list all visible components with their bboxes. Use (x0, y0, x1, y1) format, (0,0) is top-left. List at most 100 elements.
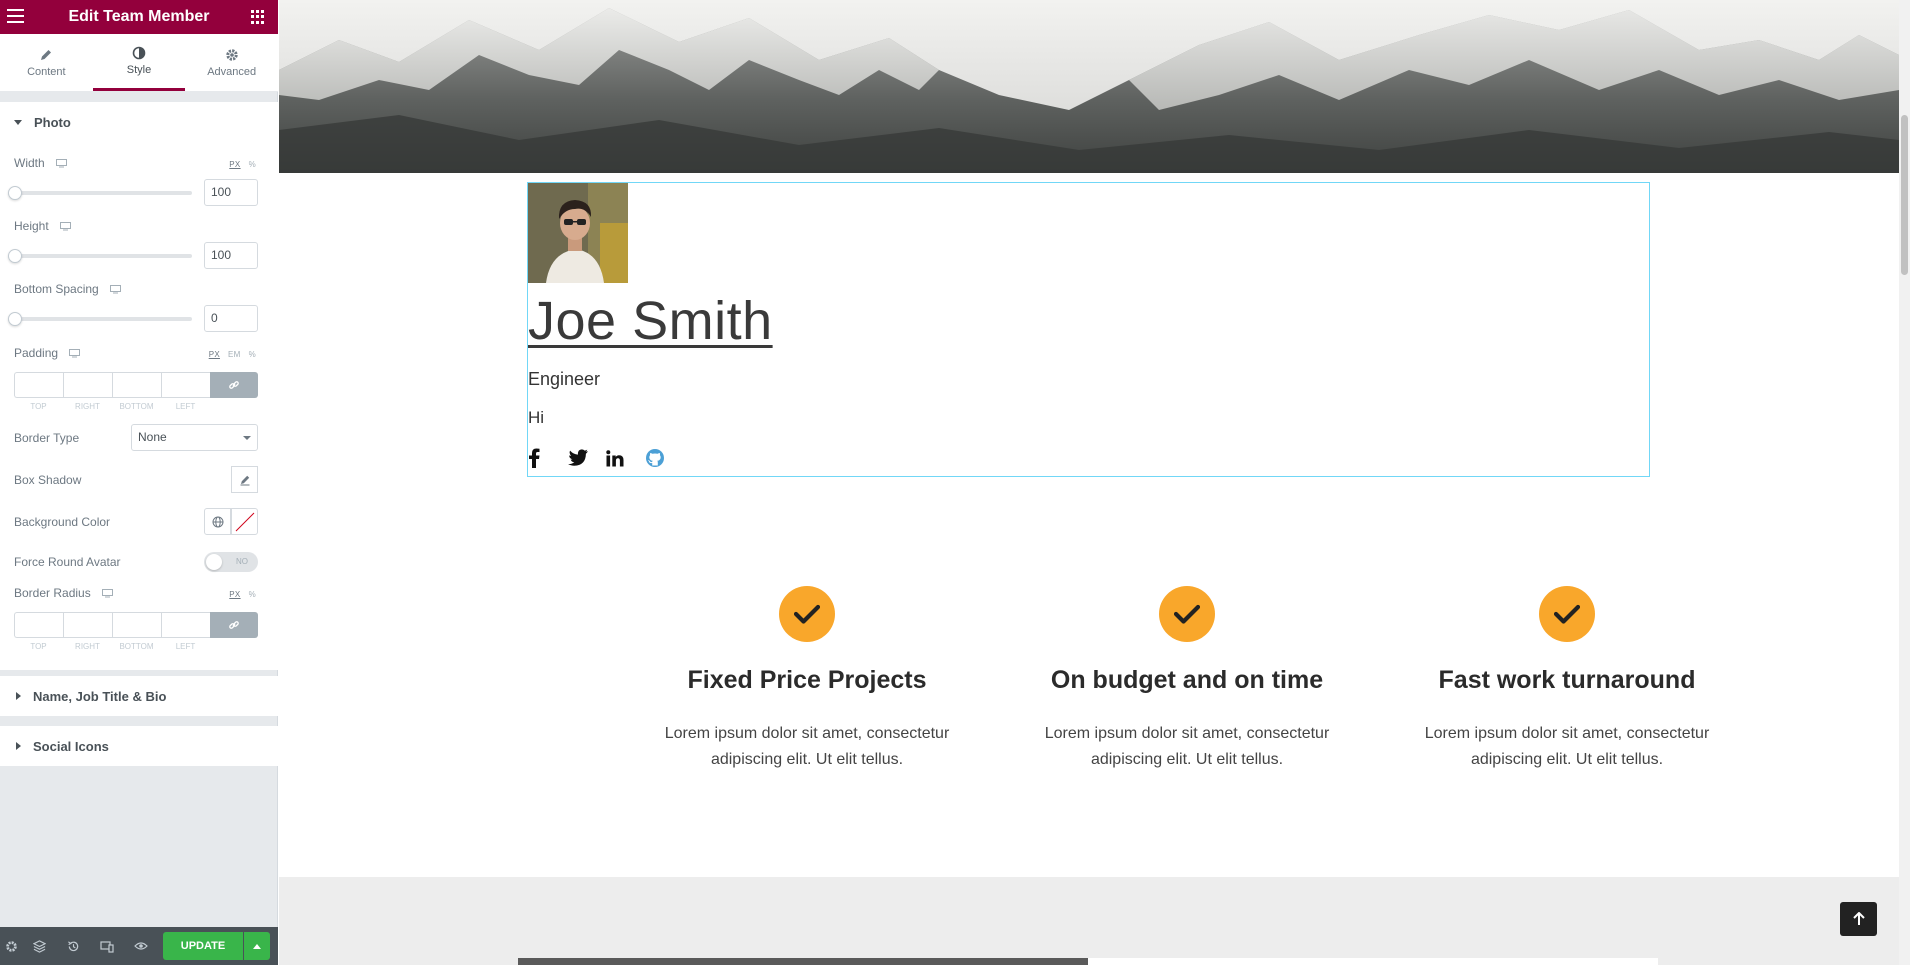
width-slider-handle[interactable] (8, 186, 22, 200)
layers-icon (32, 939, 46, 953)
panel-footer: UPDATE (0, 927, 278, 965)
linkedin-link[interactable] (606, 447, 645, 469)
box-shadow-edit-button[interactable] (231, 466, 258, 493)
section-social-icons-header[interactable]: Social Icons (0, 726, 278, 766)
update-options-button[interactable] (244, 932, 270, 960)
update-button[interactable]: UPDATE (163, 932, 243, 960)
unit-percent[interactable]: % (249, 160, 256, 169)
next-section-image (518, 958, 1088, 965)
tab-style[interactable]: Style (92, 34, 186, 91)
padding-left-input[interactable] (161, 372, 210, 398)
caret-right-icon (16, 692, 21, 700)
navigator-button[interactable] (22, 927, 56, 965)
bottom-spacing-slider-handle[interactable] (8, 312, 22, 326)
contrast-icon (132, 46, 146, 60)
force-round-avatar-toggle[interactable]: NO (204, 552, 258, 572)
preview-button[interactable] (124, 927, 158, 965)
section-photo-header[interactable]: Photo (0, 102, 278, 142)
responsive-mode-button[interactable] (90, 927, 124, 965)
bottom-spacing-slider[interactable] (8, 312, 192, 326)
photo-controls: Width PX% 100 Height 100 Bottom Spacing … (0, 142, 278, 670)
panel-tabs: Content Style Advanced (0, 34, 278, 92)
pencil-icon (41, 49, 52, 60)
member-bio: Hi (528, 408, 545, 427)
radius-right-input[interactable] (63, 612, 112, 638)
section-social-icons-title: Social Icons (33, 738, 109, 754)
width-input[interactable]: 100 (204, 179, 258, 206)
desktop-icon[interactable] (69, 349, 81, 358)
color-picker-swatch[interactable] (231, 508, 258, 535)
tab-content[interactable]: Content (0, 34, 93, 91)
padding-units: PX EM% (201, 350, 256, 359)
facebook-link[interactable] (528, 447, 567, 469)
scrollbar-thumb[interactable] (1901, 115, 1908, 275)
link-values-button[interactable] (210, 612, 258, 638)
padding-top-input[interactable] (14, 372, 63, 398)
tab-content-label: Content (27, 65, 66, 78)
radius-bottom-input[interactable] (112, 612, 161, 638)
bottom-spacing-label: Bottom Spacing (14, 282, 99, 296)
member-name-link[interactable]: Joe Smith (528, 290, 773, 352)
gear-icon (5, 940, 17, 952)
height-label-row: Height (14, 219, 72, 233)
feature-text: Lorem ipsum dolor sit amet, consectetur … (1044, 725, 1330, 768)
force-round-avatar-label: Force Round Avatar (14, 555, 121, 569)
unit-em[interactable]: EM (228, 350, 241, 359)
history-icon (67, 940, 78, 951)
feature-card: On budget and on time Lorem ipsum dolor … (1007, 586, 1367, 773)
desktop-icon[interactable] (56, 159, 68, 168)
desktop-icon[interactable] (110, 285, 122, 294)
padding-right-input[interactable] (63, 372, 112, 398)
padding-bottom-input[interactable] (112, 372, 161, 398)
height-slider[interactable] (8, 249, 192, 263)
background-color-label: Background Color (14, 515, 111, 529)
github-link[interactable] (645, 447, 684, 469)
global-colors-button[interactable] (204, 508, 231, 535)
padding-dimensions (14, 372, 258, 398)
dim-label-top: TOP (30, 402, 47, 411)
mountain-graphic (279, 8, 1899, 173)
section-photo-title: Photo (34, 114, 71, 130)
toggle-state-label: NO (236, 557, 248, 566)
height-slider-handle[interactable] (8, 249, 22, 263)
unit-percent[interactable]: % (249, 350, 256, 359)
width-label: Width (14, 156, 45, 170)
caret-right-icon (16, 742, 21, 750)
tab-advanced[interactable]: Advanced (185, 34, 278, 91)
section-name-job-bio-header[interactable]: Name, Job Title & Bio (0, 676, 278, 716)
history-button[interactable] (56, 927, 90, 965)
unit-px[interactable]: PX (229, 160, 240, 169)
border-type-select[interactable]: None (131, 424, 258, 451)
link-values-button[interactable] (210, 372, 258, 398)
radius-side-labels: TOP RIGHT BOTTOM LEFT (14, 642, 210, 651)
dim-label-top: TOP (30, 642, 47, 651)
chevron-down-icon (243, 436, 251, 440)
page-preview: Joe Smith Engineer Hi Fixed Price Projec… (279, 0, 1899, 965)
unit-percent[interactable]: % (249, 590, 256, 599)
scroll-to-top-button[interactable] (1840, 902, 1877, 936)
width-slider[interactable] (8, 186, 192, 200)
bottom-spacing-input[interactable]: 0 (204, 305, 258, 332)
editor-panel: Edit Team Member Content Style Advanced … (0, 0, 278, 965)
desktop-icon[interactable] (102, 589, 114, 598)
page-scrollbar[interactable] (1899, 0, 1910, 965)
twitter-link[interactable] (567, 447, 606, 469)
caret-up-icon (253, 943, 261, 949)
width-units: PX% (221, 160, 256, 169)
panel-header: Edit Team Member (0, 0, 278, 34)
settings-button[interactable] (0, 927, 22, 965)
unit-px[interactable]: PX (229, 590, 240, 599)
hamburger-menu-icon[interactable] (7, 9, 24, 25)
github-icon (646, 449, 664, 467)
widgets-grid-icon[interactable] (251, 10, 265, 24)
radius-top-input[interactable] (14, 612, 63, 638)
gear-icon (225, 48, 238, 61)
unit-px[interactable]: PX (209, 350, 220, 359)
tab-advanced-label: Advanced (207, 65, 257, 78)
desktop-icon[interactable] (60, 222, 72, 231)
feature-title: Fast work turnaround (1438, 666, 1696, 694)
bottom-spacing-label-row: Bottom Spacing (14, 282, 122, 296)
height-input[interactable]: 100 (204, 242, 258, 269)
responsive-icon (100, 940, 114, 953)
radius-left-input[interactable] (161, 612, 210, 638)
